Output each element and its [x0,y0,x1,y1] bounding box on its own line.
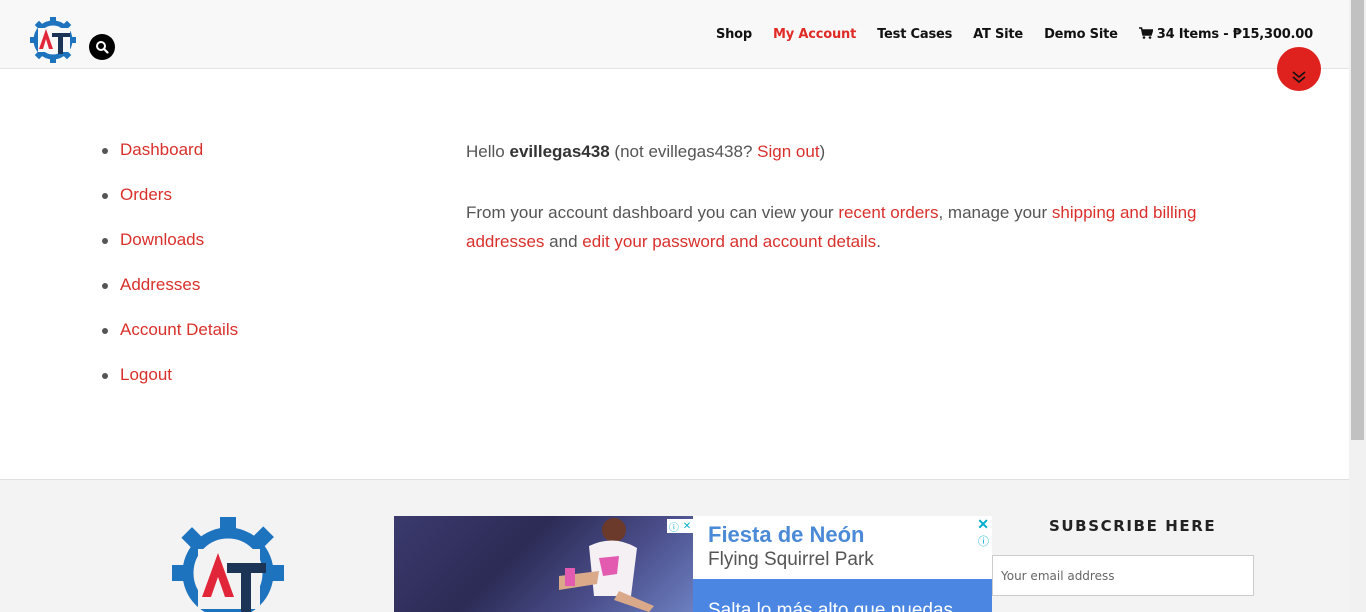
greeting-not-user: evillegas438? [648,142,753,161]
intro-and: and [549,232,578,251]
account-nav-account-details[interactable]: Account Details [120,320,238,339]
ad-close-icon: ✕ [682,520,692,532]
scrollbar-thumb[interactable] [1351,0,1364,440]
ad-cta[interactable]: Salta lo más alto que puedas [693,579,992,612]
nav-shop[interactable]: Shop [716,26,752,44]
ad-photo-girl [559,518,654,612]
ad-title[interactable]: Fiesta de Neón [708,522,864,548]
recent-orders-link[interactable]: recent orders [838,203,938,222]
account-nav-downloads[interactable]: Downloads [120,230,204,249]
account-nav-item: Downloads [102,228,238,273]
account-dashboard: Hello evillegas438 (not evillegas438? Si… [466,137,1226,288]
page-scrollbar[interactable] [1349,0,1366,612]
username: evillegas438 [509,142,610,161]
account-nav-item: Account Details [102,318,238,363]
account-nav-dashboard[interactable]: Dashboard [120,140,203,159]
footer-logo[interactable] [170,515,286,612]
nav-at-site[interactable]: AT Site [973,26,1023,44]
sign-out-link[interactable]: Sign out [757,142,819,161]
search-icon [96,41,109,54]
site-header: Shop My Account Test Cases AT Site Demo … [0,0,1349,69]
account-nav-item: Logout [102,363,238,408]
intro-text: From your account dashboard you can view… [466,203,834,222]
greeting-hello: Hello [466,142,505,161]
info-icon[interactable]: ⓘ [978,533,989,549]
account-nav-item: Orders [102,183,238,228]
subscribe-heading: SUBSCRIBE HERE [1049,517,1217,535]
account-nav-item: Addresses [102,273,238,318]
ad-info-icon: ⓘ [668,522,679,534]
account-navigation: Dashboard Orders Downloads Addresses Acc… [102,138,238,408]
nav-my-account[interactable]: My Account [773,26,856,44]
greeting: Hello evillegas438 (not evillegas438? Si… [466,137,1226,166]
site-logo[interactable] [28,14,80,66]
search-button[interactable] [89,34,115,60]
dashboard-intro: From your account dashboard you can view… [466,198,1226,256]
subscribe-email-input[interactable] [992,555,1254,596]
close-icon[interactable]: ✕ [977,516,989,533]
cart-icon [1138,27,1153,39]
nav-test-cases[interactable]: Test Cases [877,26,952,44]
edit-account-link[interactable]: edit your password and account details [582,232,876,251]
intro-manage: , manage your [938,203,1048,222]
advertisement[interactable]: ⓘ ✕ Fiesta de Neón Flying Squirrel Park ✕… [394,516,992,612]
scroll-toggle-button[interactable] [1277,47,1321,91]
cart-summary: 34 Items - ₱15,300.00 [1156,27,1313,42]
ad-text-panel[interactable]: Fiesta de Neón Flying Squirrel Park ✕ ⓘ … [693,516,992,612]
greeting-close: ) [819,142,826,161]
main-nav: Shop My Account Test Cases AT Site Demo … [695,26,1313,44]
ad-image[interactable]: ⓘ ✕ [394,516,693,612]
ad-subtitle[interactable]: Flying Squirrel Park [708,549,874,571]
nav-demo-site[interactable]: Demo Site [1044,26,1118,44]
account-nav-addresses[interactable]: Addresses [120,275,200,294]
account-nav-item: Dashboard [102,138,238,183]
ad-choices[interactable]: ⓘ ✕ [667,519,693,534]
greeting-not: (not [614,142,644,161]
account-nav-orders[interactable]: Orders [120,185,172,204]
nav-cart[interactable]: 34 Items - ₱15,300.00 [1138,26,1313,44]
account-nav-logout[interactable]: Logout [120,365,172,384]
intro-period: . [876,232,881,251]
chevron-double-down-icon [1292,71,1306,83]
